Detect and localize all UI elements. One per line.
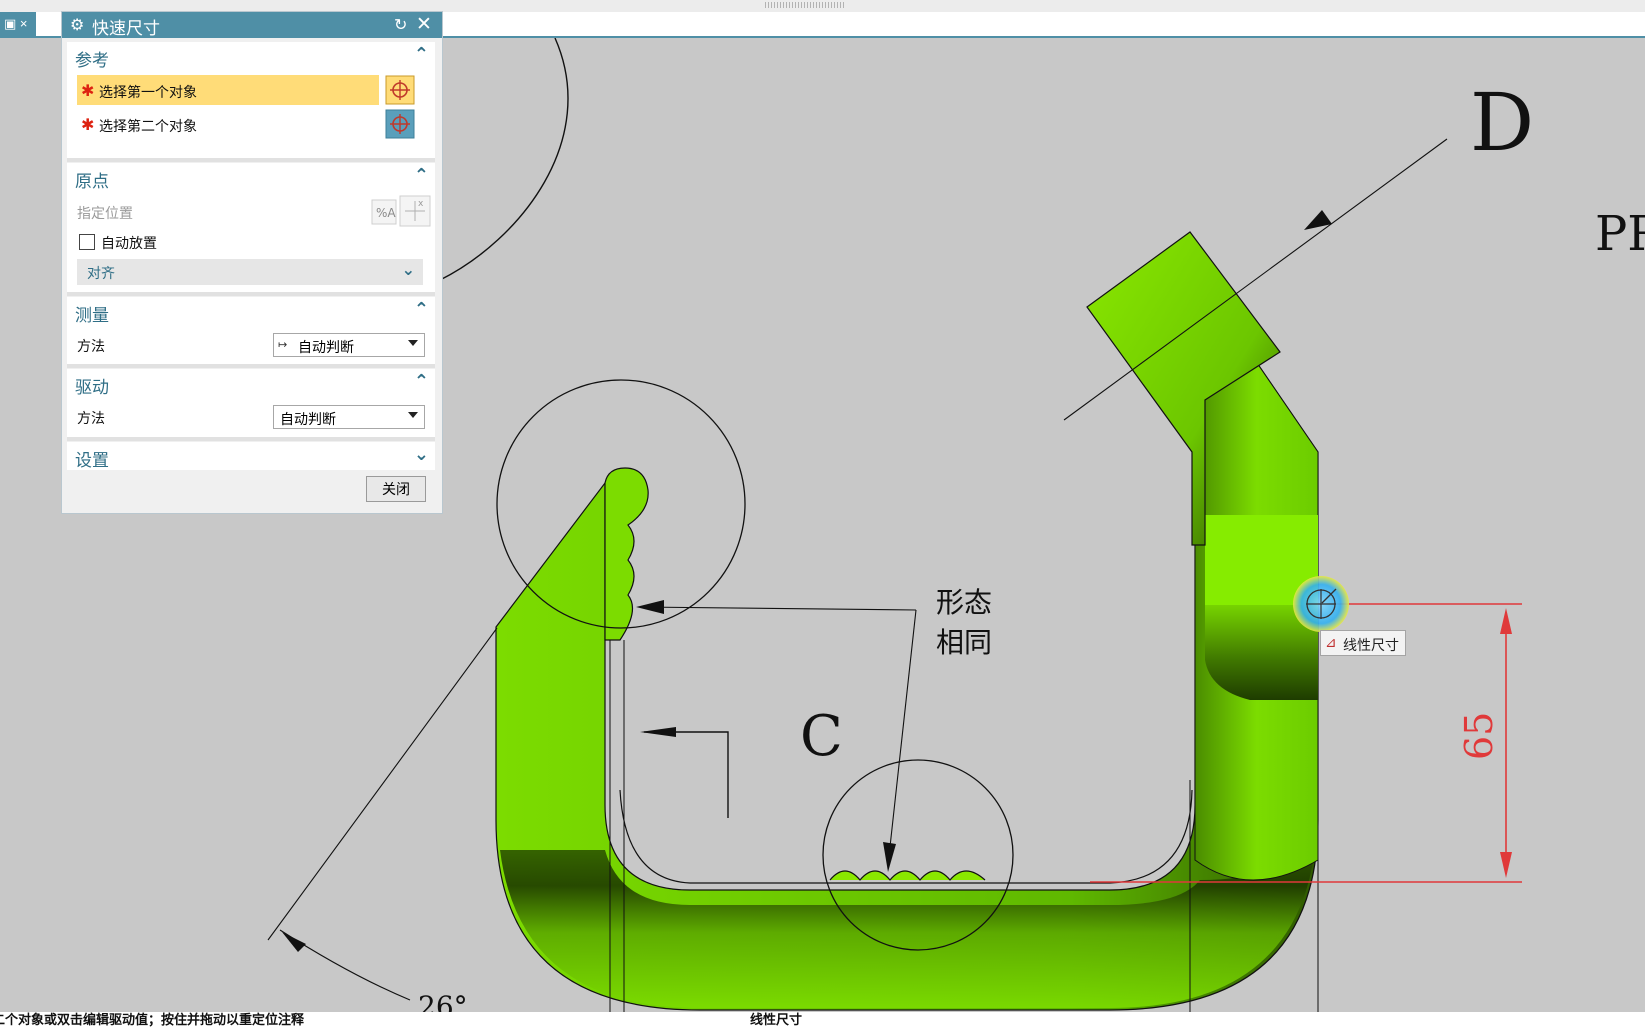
measure-method-value: 自动判断 [298, 339, 354, 355]
close-button[interactable]: 关闭 [366, 476, 426, 502]
measure-method-label: 方法 [77, 338, 105, 354]
section-measure-label: 测量 [75, 306, 109, 325]
align-subsection[interactable]: 对齐 ⌄ [77, 259, 423, 285]
drive-method-value: 自动判断 [280, 411, 336, 427]
svg-text:x: x [418, 199, 424, 209]
chevron-up-icon[interactable]: ⌃ [414, 165, 429, 186]
drive-method-label: 方法 [77, 410, 105, 426]
required-marker: ✱ [81, 117, 95, 134]
section-reference-label: 参考 [75, 51, 109, 70]
angle-text: 26° [418, 990, 468, 1012]
inferred-dimension-icon: ↦ [278, 339, 288, 351]
drag-grip[interactable] [765, 2, 845, 8]
chevron-up-icon[interactable]: ⌃ [414, 299, 429, 320]
auto-place-checkbox[interactable] [79, 234, 95, 250]
divider [67, 437, 435, 441]
select-first-object-button[interactable] [385, 75, 415, 105]
auto-place-label: 自动放置 [101, 235, 157, 251]
specify-location-label: 指定位置 [77, 205, 133, 221]
svg-text:%A: %A [376, 206, 396, 220]
align-label: 对齐 [87, 265, 115, 281]
section-measure-header[interactable]: 测量 ⌃ [67, 297, 435, 325]
point-constructor-icon[interactable]: x [399, 195, 431, 227]
reset-icon[interactable]: ↻ [394, 15, 407, 35]
quick-dimension-dialog: ⚙ 快速尺寸 ↻ ✕ 参考 ⌃ ✱ 选择第一个对象 ✱ 选择第二个对象 原点 ⌃… [62, 12, 442, 513]
linear-dimension-icon: ⊿ [1325, 634, 1337, 650]
dialog-title: 快速尺寸 [92, 19, 160, 38]
section-reference-header[interactable]: 参考 ⌃ [67, 42, 435, 70]
large-arc [439, 38, 569, 281]
section-measure-body: 方法 ↦ 自动判断 [67, 325, 435, 364]
top-strip [0, 0, 1645, 12]
section-settings-label: 设置 [75, 451, 109, 470]
label-pro: PRO [1595, 206, 1645, 262]
dropdown-arrow-icon [408, 340, 418, 346]
note-line-2: 相同 [936, 626, 992, 659]
dialog-titlebar[interactable]: ⚙ 快速尺寸 ↻ ✕ [62, 12, 442, 38]
gear-icon: ⚙ [70, 17, 85, 34]
section-drive-label: 驱动 [75, 378, 109, 397]
chevron-down-icon[interactable]: ⌄ [402, 260, 415, 280]
section-reference-body: ✱ 选择第一个对象 ✱ 选择第二个对象 [67, 70, 435, 158]
restore-tab[interactable]: ▣ × [0, 12, 36, 36]
measure-method-select[interactable]: ↦ 自动判断 [273, 333, 425, 357]
divider [67, 364, 435, 368]
dimension-text: 65 [1457, 712, 1501, 760]
part-body [495, 231, 1319, 1011]
section-drive-header[interactable]: 驱动 ⌃ [67, 369, 435, 397]
note-line-1: 形态 [936, 586, 992, 619]
drive-method-select[interactable]: 自动判断 [273, 405, 425, 429]
label-d: D [1470, 76, 1534, 169]
section-origin-header[interactable]: 原点 ⌃ [67, 163, 435, 191]
section-drive-body: 方法 自动判断 [67, 397, 435, 437]
divider [67, 158, 435, 162]
dropdown-arrow-icon [408, 412, 418, 418]
label-c: C [800, 704, 843, 769]
first-object-row[interactable]: ✱ 选择第一个对象 [77, 75, 379, 105]
divider [67, 292, 435, 296]
status-bar: 二个对象或双击编辑驱动值；按住并拖动以重定位注释 线性尺寸 [0, 1012, 1645, 1028]
first-object-label: 选择第一个对象 [99, 84, 197, 100]
section-settings-header[interactable]: 设置 ⌄ [67, 442, 435, 470]
second-object-label: 选择第二个对象 [99, 118, 197, 134]
status-prompt: 二个对象或双击编辑驱动值；按住并拖动以重定位注释 [0, 1012, 305, 1027]
second-object-row[interactable]: ✱ 选择第二个对象 [77, 109, 379, 139]
chevron-down-icon[interactable]: ⌄ [414, 444, 429, 465]
section-origin-label: 原点 [75, 172, 109, 191]
close-icon[interactable]: ✕ [416, 13, 432, 36]
tooltip-text: 线性尺寸 [1343, 637, 1399, 653]
section-origin-body: 指定位置 %A x 自动放置 对齐 ⌄ [67, 191, 435, 292]
required-marker: ✱ [81, 83, 95, 100]
select-second-object-button[interactable] [385, 109, 415, 139]
snap-tooltip: ⊿ 线性尺寸 [1320, 630, 1406, 656]
status-command: 线性尺寸 [750, 1012, 803, 1027]
location-tool-icon[interactable]: %A [371, 199, 397, 225]
chevron-up-icon[interactable]: ⌃ [414, 44, 429, 65]
chevron-up-icon[interactable]: ⌃ [414, 371, 429, 392]
